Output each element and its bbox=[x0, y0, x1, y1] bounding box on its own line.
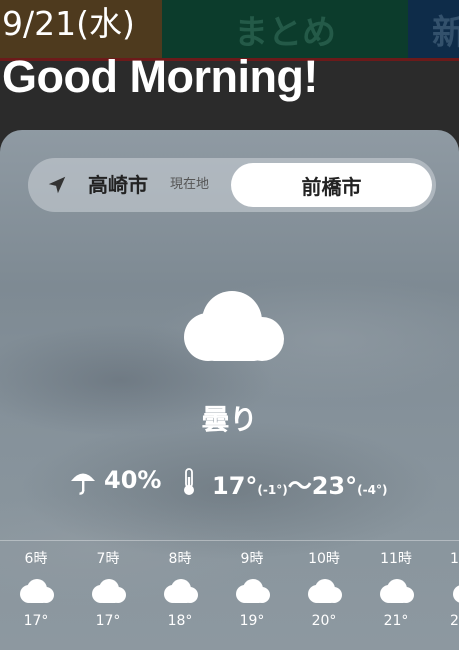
high-temp-diff: (-1°) bbox=[257, 483, 288, 497]
current-location-tag: 現在地 bbox=[170, 177, 210, 192]
hour-temp: 21° bbox=[383, 613, 409, 629]
other-city-button[interactable]: 前橋市 bbox=[231, 163, 432, 207]
low-temp-diff: (-4°) bbox=[357, 483, 388, 497]
hourly-item[interactable]: 7時 17° bbox=[78, 548, 138, 632]
current-city-button[interactable]: 高崎市 bbox=[88, 170, 148, 200]
weather-condition: 曇り bbox=[201, 403, 258, 436]
cloud-icon bbox=[308, 579, 342, 603]
hour-time: 10時 bbox=[308, 551, 340, 567]
hourly-item[interactable]: 11時 21° bbox=[366, 548, 426, 632]
tab-summary[interactable]: まとめ bbox=[162, 0, 408, 58]
city-switcher: 高崎市 現在地 前橋市 bbox=[28, 158, 436, 212]
hour-temp: 18° bbox=[167, 613, 193, 629]
umbrella-icon bbox=[71, 473, 95, 495]
location-arrow-icon[interactable] bbox=[46, 174, 68, 196]
low-temp: 23° bbox=[311, 472, 358, 500]
cloud-icon bbox=[164, 579, 198, 603]
cloud-icon bbox=[453, 585, 459, 603]
temperature-range: 17°(-1°)〜23°(-4°) bbox=[212, 466, 387, 501]
temp-separator: 〜 bbox=[287, 472, 312, 500]
cloud-icon bbox=[380, 579, 414, 603]
hour-temp: 19° bbox=[239, 613, 265, 629]
tab-summary-label: まとめ bbox=[234, 12, 336, 53]
tab-new[interactable]: 新 bbox=[408, 0, 459, 58]
weather-card: 高崎市 現在地 前橋市 曇り 40% 17°(-1°)〜23°(-4°) 6時 … bbox=[0, 130, 459, 650]
hour-time: 6時 bbox=[24, 551, 48, 567]
hour-time: 7時 bbox=[96, 551, 120, 567]
high-temp: 17° bbox=[212, 472, 258, 500]
cloud-icon bbox=[92, 579, 126, 603]
cloud-icon bbox=[20, 579, 54, 603]
hour-time: 8時 bbox=[168, 551, 192, 567]
greeting-title: Good Morning! bbox=[2, 51, 318, 102]
precipitation-chance: 40% bbox=[104, 466, 162, 494]
hourly-item[interactable]: 1 2 bbox=[438, 548, 459, 632]
hour-temp: 17° bbox=[95, 613, 121, 629]
thermometer-icon bbox=[184, 468, 194, 495]
cloud-icon bbox=[184, 291, 284, 361]
hourly-item[interactable]: 9時 19° bbox=[222, 548, 282, 632]
hour-temp: 17° bbox=[23, 613, 49, 629]
cloud-icon bbox=[236, 579, 270, 603]
date-label: 9/21(水) bbox=[2, 4, 135, 43]
hour-temp: 20° bbox=[311, 613, 337, 629]
hour-time: 11時 bbox=[380, 551, 412, 567]
hourly-divider bbox=[0, 540, 459, 541]
hourly-item[interactable]: 10時 20° bbox=[294, 548, 354, 632]
hourly-item[interactable]: 6時 17° bbox=[6, 548, 66, 632]
hour-time: 9時 bbox=[240, 551, 264, 567]
hourly-item[interactable]: 8時 18° bbox=[150, 548, 210, 632]
hour-temp: 2 bbox=[450, 613, 459, 629]
tab-new-label: 新 bbox=[432, 12, 459, 53]
hour-time: 1 bbox=[450, 551, 459, 567]
